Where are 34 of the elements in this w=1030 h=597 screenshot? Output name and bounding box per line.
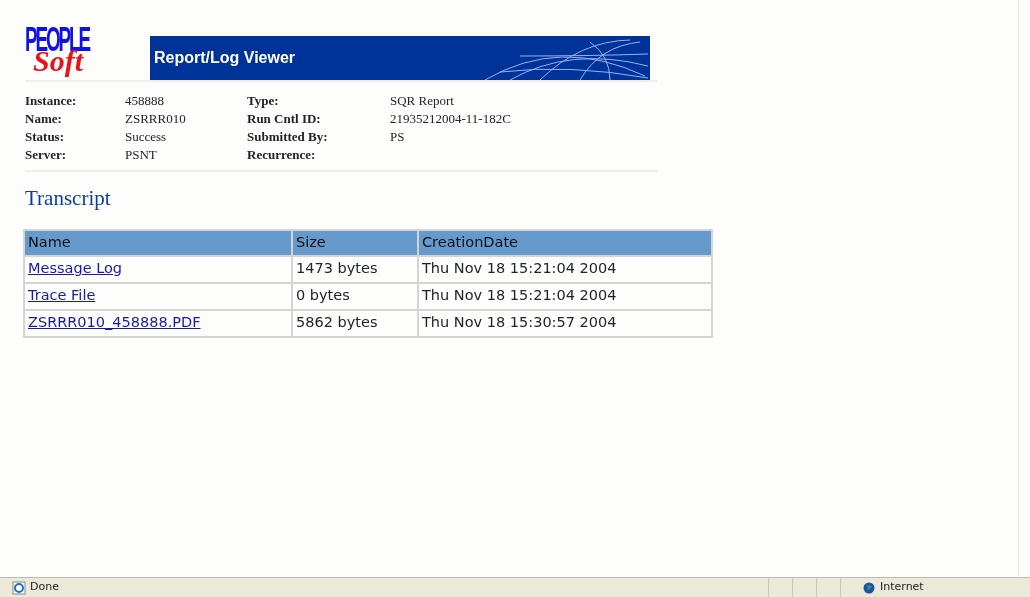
section-title: Transcript [25, 185, 112, 212]
table-cell: 0 bytes [292, 283, 418, 310]
file-link[interactable]: ZSRRR010_458888.PDF [28, 313, 201, 330]
table-cell: 1473 bytes [292, 256, 418, 283]
file-link[interactable]: Trace File [28, 287, 96, 303]
field-value: Success [125, 129, 167, 144]
status-text: Done [30, 579, 60, 596]
field-label: Run Cntl ID: [247, 111, 321, 126]
column-header: Name [24, 229, 292, 257]
field-value: PSNT [125, 147, 157, 162]
column-header: CreationDate [418, 229, 712, 257]
table-cell: Thu Nov 18 15:21:04 2004 [418, 283, 712, 310]
file-link[interactable]: Message Log [28, 260, 123, 277]
zone-text: Internet [880, 579, 924, 596]
table-cell: Thu Nov 18 15:30:57 2004 [418, 309, 712, 337]
table-cell: Thu Nov 18 15:21:04 2004 [418, 256, 712, 283]
field-value: PS [390, 129, 405, 144]
banner-title: Report/Log Viewer [154, 48, 296, 68]
field-value: SQR Report [390, 93, 454, 108]
page-icon [12, 580, 26, 595]
field-label: Status: [25, 129, 64, 144]
globe-icon [863, 581, 875, 594]
field-label: Recurrence: [247, 147, 316, 162]
field-label: Server: [25, 147, 67, 162]
field-label: Name: [25, 111, 62, 126]
field-label: Submitted By: [247, 129, 328, 144]
logo: PEOPLE Soft [25, 22, 91, 78]
field-value: 21935212004-11-182C [390, 111, 511, 126]
field-value: ZSRRR010 [125, 111, 186, 126]
table-cell: 5862 bytes [292, 309, 418, 337]
column-header: Size [292, 229, 418, 257]
field-label: Instance: [25, 93, 77, 108]
field-value: 458888 [125, 93, 164, 108]
field-label: Type: [247, 93, 279, 108]
